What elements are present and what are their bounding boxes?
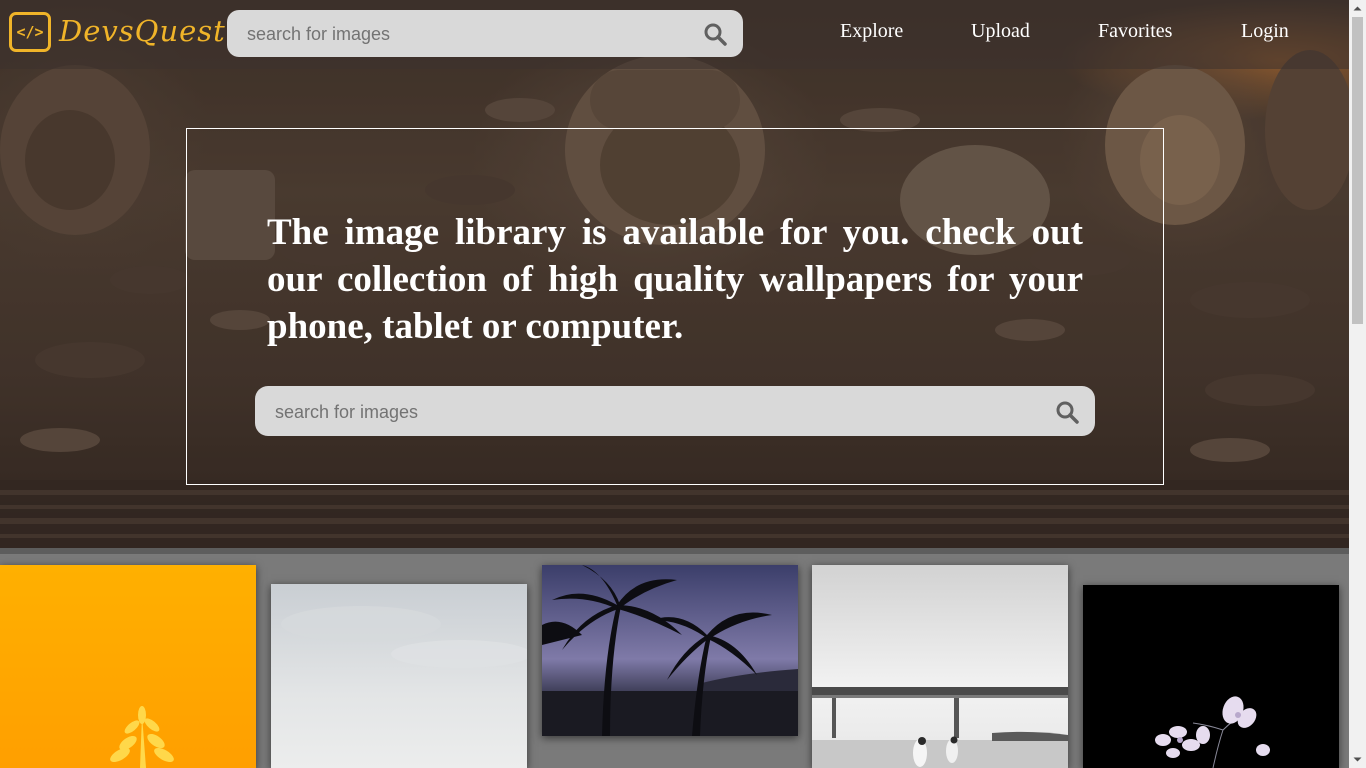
code-icon: </> [9, 12, 51, 52]
nav-favorites-link[interactable]: Favorites [1098, 20, 1172, 43]
top-navbar: </> DevsQuest Explore Upload Favorites L… [0, 0, 1349, 69]
scroll-down-arrow-icon[interactable] [1349, 751, 1366, 768]
hero-search-input[interactable] [273, 386, 1037, 438]
bridge-beach-bw-image [812, 565, 1068, 768]
gallery-card-bridge-beach[interactable] [812, 565, 1068, 768]
gallery-card-white-flowers[interactable] [1083, 585, 1339, 768]
scroll-up-arrow-icon[interactable] [1349, 0, 1366, 17]
hero-search-bar [255, 386, 1095, 438]
page-scrollbar[interactable] [1349, 0, 1366, 768]
nav-upload-link[interactable]: Upload [971, 20, 1030, 43]
yellow-plant-image [0, 565, 256, 768]
gallery-card-yellow-plant[interactable] [0, 565, 256, 768]
nav-login-link[interactable]: Login [1241, 20, 1289, 43]
brand-logo[interactable]: </> DevsQuest [9, 10, 225, 52]
header-search-bar [227, 10, 743, 59]
gallery-card-cloudy-sky[interactable] [271, 584, 527, 768]
hero-headline: The image library is available for you. … [267, 212, 1083, 347]
white-flowers-black-image [1083, 585, 1339, 768]
brand-name: DevsQuest [59, 14, 226, 48]
header-search-input[interactable] [245, 10, 689, 59]
image-gallery [0, 554, 1349, 768]
hero-content-box: The image library is available for you. … [186, 128, 1164, 485]
gallery-card-palm-trees[interactable] [542, 565, 798, 736]
nav-explore-link[interactable]: Explore [840, 20, 903, 43]
search-icon[interactable] [1055, 400, 1079, 424]
scrollbar-thumb[interactable] [1352, 17, 1363, 324]
palm-trees-dusk-image [542, 565, 798, 736]
cloudy-sky-image [271, 584, 527, 768]
search-icon[interactable] [703, 22, 727, 46]
